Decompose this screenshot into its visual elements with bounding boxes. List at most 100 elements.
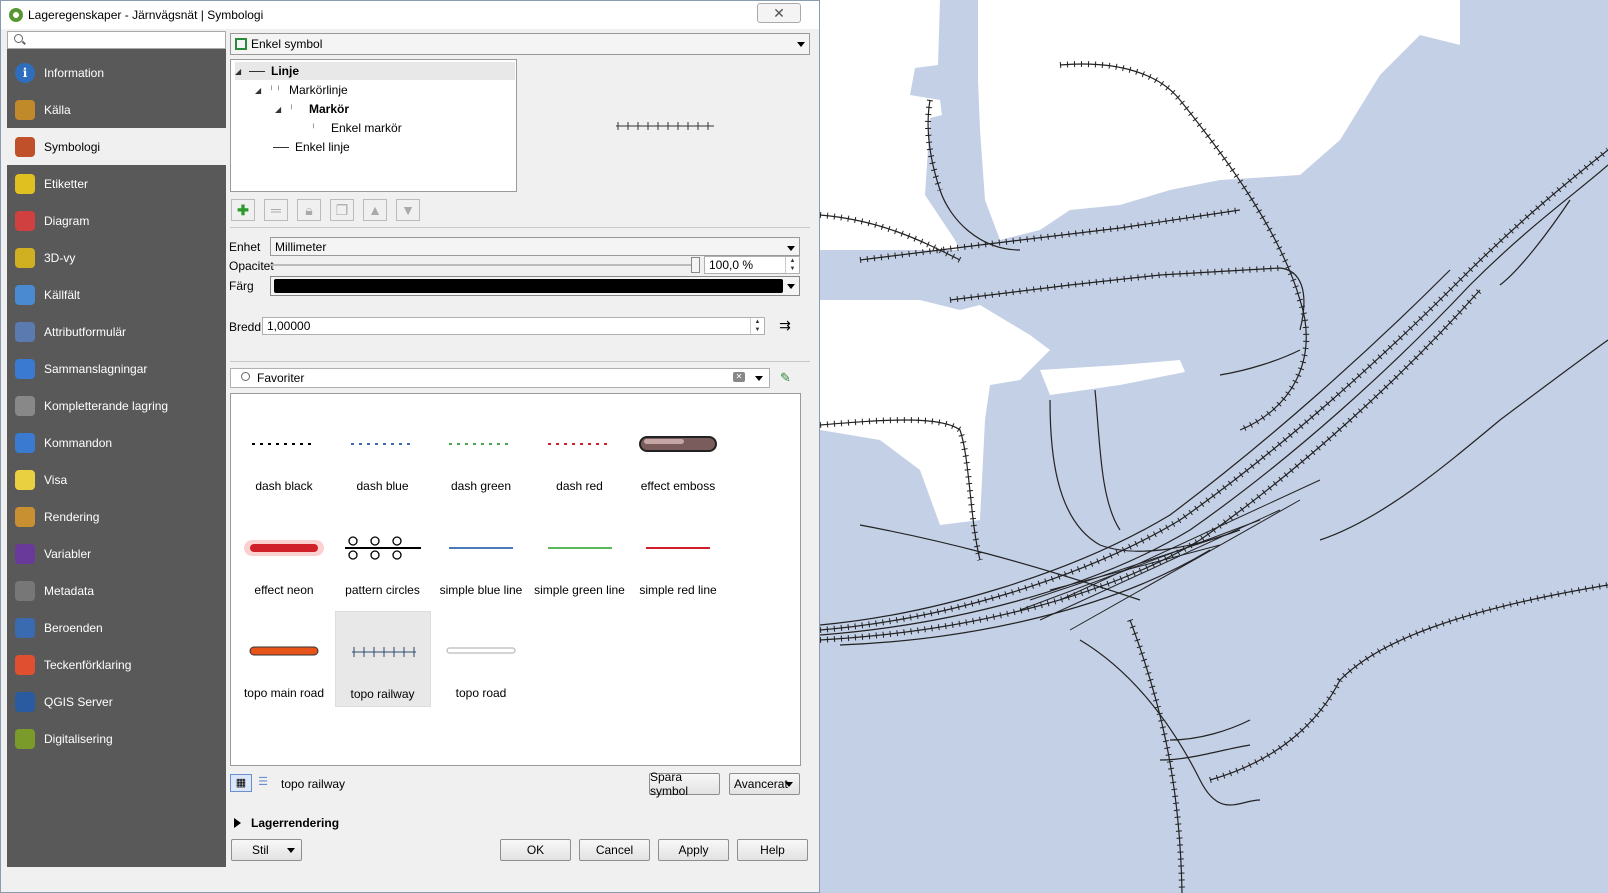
move-up-button[interactable]: ▲ — [363, 199, 387, 221]
width-field[interactable]: 1,00000 ▲ ▼ — [262, 317, 765, 335]
tree-row-markor[interactable]: ◢ ╵ Markör — [275, 100, 349, 118]
sidebar-item-dependencies[interactable]: Beroenden — [7, 609, 226, 646]
sidebar-item-display[interactable]: Visa — [7, 461, 226, 498]
symbol-swatch — [446, 647, 516, 654]
symbol-item[interactable]: pattern circles — [335, 508, 431, 604]
symbol-item[interactable]: simple red line — [630, 508, 726, 604]
color-button[interactable] — [270, 276, 800, 296]
add-layer-button[interactable]: ✚ — [231, 199, 255, 221]
sidebar-search-input[interactable] — [7, 31, 226, 49]
cancel-button[interactable]: Cancel — [579, 839, 650, 861]
duplicate-layer-button[interactable]: ❐ — [330, 199, 354, 221]
symbol-preview — [616, 122, 714, 130]
save-symbol-button[interactable]: Spara symbol — [649, 770, 720, 798]
color-label: Färg — [229, 279, 254, 293]
sidebar-item-joins[interactable]: Sammanslagningar — [7, 350, 226, 387]
sidebar-item-info[interactable]: i Information — [7, 54, 226, 91]
simple-line-icon — [273, 146, 289, 148]
sidebar-item-digitizing[interactable]: Digitalisering — [7, 720, 226, 757]
symbol-swatch — [547, 546, 612, 549]
chevron-down-icon — [787, 246, 795, 251]
metadata-icon — [13, 579, 37, 603]
sidebar-item-legend[interactable]: Teckenförklaring — [7, 646, 226, 683]
style-button[interactable]: Stil — [231, 839, 302, 861]
style-manager-icon[interactable]: ✎ — [780, 370, 796, 386]
sidebar-item-label: 3D-vy — [44, 250, 76, 265]
tree-row-enkel-linje[interactable]: Enkel linje — [273, 138, 350, 156]
joins-icon — [13, 357, 37, 381]
variables-icon — [13, 542, 37, 566]
sidebar-item-source[interactable]: Källa — [7, 91, 226, 128]
sidebar-item-3d[interactable]: 3D-vy — [7, 239, 226, 276]
chevron-down-icon[interactable] — [755, 376, 763, 381]
sidebar-item-auxiliary-storage[interactable]: Kompletterande lagring — [7, 387, 226, 424]
sidebar-item-diagram[interactable]: Diagram — [7, 202, 226, 239]
info-icon: i — [13, 61, 37, 85]
symbol-item[interactable]: topo railway — [334, 611, 431, 707]
sidebar-item-metadata[interactable]: Metadata — [7, 572, 226, 609]
advanced-button[interactable]: Avancerat — [729, 773, 800, 795]
sidebar-item-labels[interactable]: Etiketter — [7, 165, 226, 202]
symbol-item[interactable]: dash black — [236, 404, 332, 500]
lock-layer-button[interactable]: 🔒︎ — [297, 199, 321, 221]
sidebar-item-qgis-server[interactable]: QGIS Server — [7, 683, 226, 720]
digitizing-icon — [13, 727, 37, 751]
actions-icon — [13, 431, 37, 455]
style-label: Stil — [252, 843, 269, 857]
tree-row-markorlinje[interactable]: ◢ ╵ ╵ Markörlinje — [255, 81, 348, 99]
dependencies-icon — [13, 616, 37, 640]
symbol-item[interactable]: effect emboss — [630, 404, 726, 500]
renderer-select[interactable]: Enkel symbol — [230, 33, 810, 55]
unit-value: Millimeter — [275, 239, 327, 254]
remove-layer-button[interactable]: ═ — [264, 199, 288, 221]
opacity-slider-handle[interactable] — [691, 257, 700, 273]
symbol-swatch — [639, 436, 717, 452]
help-button[interactable]: Help — [737, 839, 808, 861]
sidebar-item-rendering[interactable]: Rendering — [7, 498, 226, 535]
icon-view-button[interactable]: ▦ — [230, 774, 252, 792]
symbol-item[interactable]: dash blue — [335, 404, 431, 500]
clear-icon[interactable]: ✕ — [733, 372, 745, 382]
sidebar-item-label: QGIS Server — [44, 694, 113, 709]
sidebar-item-label: Källa — [44, 102, 71, 117]
opacity-label: Opacitet — [229, 259, 274, 273]
sidebar-item-symbology[interactable]: Symbologi — [7, 128, 226, 165]
unit-label: Enhet — [229, 240, 261, 254]
symbol-item[interactable]: topo road — [433, 611, 529, 707]
tree-row-label: Enkel markör — [331, 121, 402, 135]
tree-row-linje[interactable]: ◢ Linje — [235, 62, 515, 80]
opacity-field[interactable]: 100,0 % ▲ ▼ — [704, 256, 800, 274]
ok-button[interactable]: OK — [500, 839, 571, 861]
qgis-logo-icon — [9, 8, 23, 22]
title-bar: Lageregenskaper - Järnvägsnät | Symbolog… — [1, 1, 819, 29]
list-view-button[interactable]: ☰ — [254, 774, 272, 792]
move-down-button[interactable]: ▼ — [396, 199, 420, 221]
symbol-item[interactable]: dash green — [433, 404, 529, 500]
spinner-icon[interactable]: ▲ ▼ — [750, 318, 764, 334]
tree-row-enkel-markor[interactable]: ╵ Enkel markör — [311, 119, 402, 137]
apply-button[interactable]: Apply — [658, 839, 729, 861]
close-button[interactable]: ✕ — [757, 3, 801, 23]
sidebar-item-source-fields[interactable]: Källfält — [7, 276, 226, 313]
tree-row-label: Markör — [309, 102, 350, 116]
symbol-item[interactable]: dash red — [532, 404, 628, 500]
data-defined-override-icon[interactable]: ⇉ — [774, 317, 796, 335]
symbol-gallery[interactable]: dash black dash blue dash green dash red eff… — [230, 393, 801, 766]
symbol-item[interactable]: topo main road — [236, 611, 332, 707]
marker-line-icon: ╵ ╵ — [269, 85, 281, 95]
symbol-item[interactable]: effect neon — [236, 508, 332, 604]
sidebar-item-label: Metadata — [44, 583, 95, 598]
opacity-slider[interactable] — [270, 257, 700, 273]
symbol-layer-tree[interactable]: ◢ Linje ◢ ╵ ╵ Markörlinje ◢ ╵ Markör ╵ E… — [230, 59, 517, 192]
map-canvas[interactable] — [820, 0, 1608, 893]
layer-rendering-toggle[interactable]: Lagerrendering — [234, 816, 339, 830]
source-icon — [13, 98, 37, 122]
symbol-item[interactable]: simple green line — [532, 508, 628, 604]
spinner-icon[interactable]: ▲ ▼ — [785, 257, 799, 273]
symbol-search-input[interactable]: Favoriter ✕ — [230, 368, 770, 388]
sidebar-item-variables[interactable]: Variabler — [7, 535, 226, 572]
sidebar-item-attribute-form[interactable]: Attributformulär — [7, 313, 226, 350]
symbol-item[interactable]: simple blue line — [433, 508, 529, 604]
unit-select[interactable]: Millimeter — [270, 237, 800, 256]
sidebar-item-actions[interactable]: Kommandon — [7, 424, 226, 461]
